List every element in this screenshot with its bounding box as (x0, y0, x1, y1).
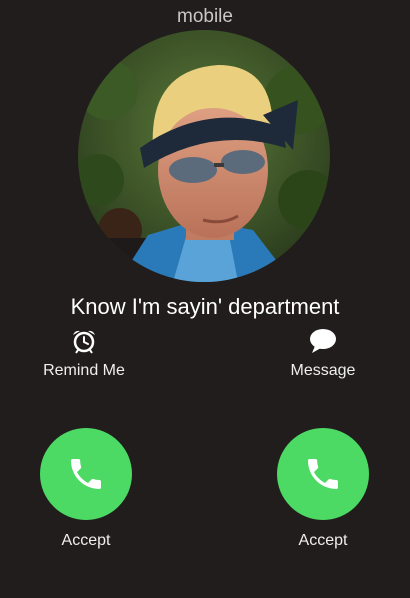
caller-photo (78, 30, 330, 282)
line-label: mobile (177, 6, 233, 27)
accept-label-left: Accept (61, 532, 111, 549)
message-label: Message (290, 362, 356, 379)
accept-button-right[interactable] (277, 428, 369, 520)
caller-name: Know I'm sayin' department (70, 294, 340, 319)
accept-button-left[interactable] (40, 428, 132, 520)
message-button[interactable]: Message (253, 326, 393, 380)
remind-me-button[interactable]: Remind Me (14, 326, 154, 380)
speech-bubble-icon (253, 326, 393, 356)
phone-icon (308, 459, 338, 489)
phone-icon (71, 459, 101, 489)
alarm-clock-icon (14, 326, 154, 356)
accept-label-right: Accept (298, 532, 348, 549)
remind-me-label: Remind Me (43, 362, 125, 379)
